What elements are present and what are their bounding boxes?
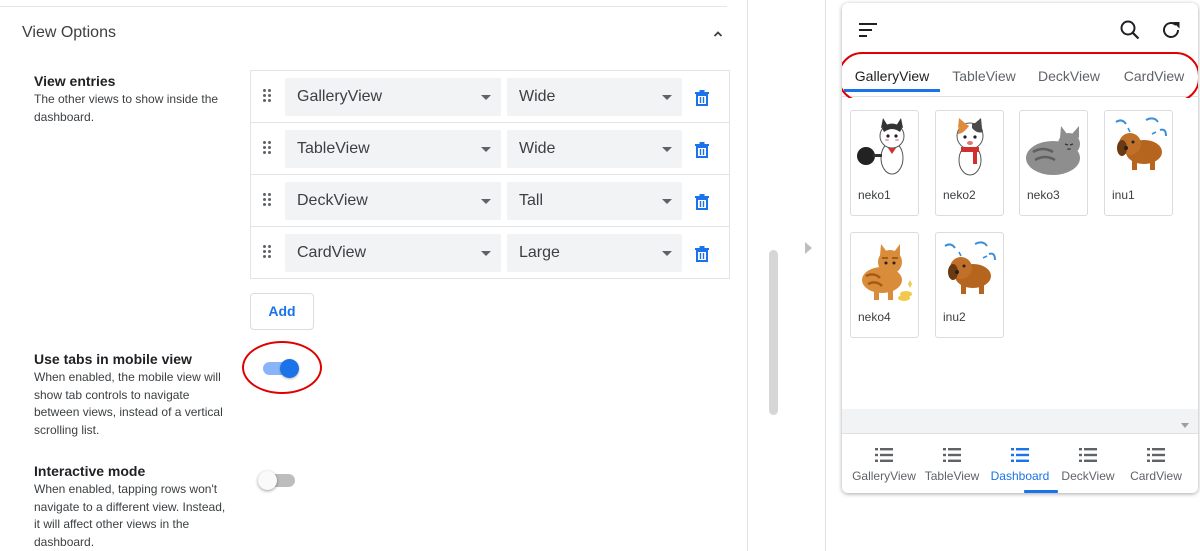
view-entry-row: GalleryView Wide: [250, 70, 730, 123]
gallery-caption: inu1: [1112, 188, 1135, 202]
gallery-caption: neko2: [943, 188, 976, 202]
nav-item-cardview[interactable]: CardView: [1122, 434, 1190, 493]
preview-background: [842, 409, 1198, 433]
nav-item-galleryview[interactable]: GalleryView: [850, 434, 918, 493]
nav-label: DeckView: [1061, 469, 1115, 483]
dropdown-caret-icon: [481, 199, 491, 204]
bottom-navigation: GalleryView TableView Dashboard DeckView…: [842, 433, 1198, 493]
interactive-mode-label: Interactive mode: [34, 463, 146, 479]
view-entry-row: TableView Wide: [250, 122, 730, 175]
dropdown-caret-icon: [481, 147, 491, 152]
view-entries-list: GalleryView Wide TableView Wide DeckView…: [250, 70, 730, 279]
highlight-circle: [242, 341, 322, 394]
list-icon: [875, 448, 893, 462]
gallery-card[interactable]: neko2: [935, 110, 1004, 216]
gallery-view: neko1 neko2 neko3 inu1 neko4 inu2: [842, 98, 1198, 409]
cat-with-frying-pan-image: [857, 118, 905, 175]
dropdown-caret-icon: [481, 251, 491, 256]
list-icon: [1079, 448, 1097, 462]
delete-icon[interactable]: [695, 90, 709, 106]
nav-item-dashboard[interactable]: Dashboard: [986, 434, 1054, 493]
gallery-card[interactable]: inu2: [935, 232, 1004, 338]
view-options-header[interactable]: View Options: [22, 24, 116, 42]
gallery-caption: neko4: [858, 310, 891, 324]
dropdown-caret-icon: [481, 95, 491, 100]
nav-label: TableView: [924, 469, 980, 483]
brown-dog-shaking-image: [1115, 117, 1167, 170]
delete-icon[interactable]: [695, 246, 709, 262]
view-entry-row: DeckView Tall: [250, 174, 730, 227]
gallery-card[interactable]: inu1: [1104, 110, 1173, 216]
list-icon: [1147, 448, 1165, 462]
delete-icon[interactable]: [695, 194, 709, 210]
drag-handle-icon[interactable]: [263, 193, 273, 209]
drag-handle-icon[interactable]: [263, 89, 273, 105]
mobile-tabs-description: When enabled, the mobile view will show …: [34, 370, 223, 437]
settings-card: View Options View entries The other view…: [0, 0, 748, 551]
menu-icon[interactable]: [859, 23, 877, 37]
nav-item-deckview[interactable]: DeckView: [1054, 434, 1122, 493]
view-entry-row: CardView Large: [250, 226, 730, 279]
gallery-card[interactable]: neko1: [850, 110, 919, 216]
brown-dog-shaking-image: [944, 241, 996, 294]
drag-handle-icon[interactable]: [263, 245, 273, 261]
size-select[interactable]: Wide: [507, 78, 682, 116]
view-entries-label: View entries: [34, 73, 116, 89]
list-icon: [1011, 448, 1029, 462]
gallery-card[interactable]: neko4: [850, 232, 919, 338]
drag-handle-icon[interactable]: [263, 141, 273, 157]
size-select[interactable]: Tall: [507, 182, 682, 220]
add-view-button[interactable]: Add: [250, 293, 314, 330]
view-select[interactable]: CardView: [285, 234, 501, 272]
size-select[interactable]: Large: [507, 234, 682, 272]
gallery-caption: neko3: [1027, 188, 1060, 202]
refresh-icon[interactable]: [1160, 19, 1182, 41]
active-nav-indicator: [1024, 490, 1058, 493]
dropdown-caret-icon: [662, 251, 672, 256]
highlight-circle: [842, 52, 1198, 102]
scrollbar[interactable]: [769, 250, 778, 415]
delete-icon[interactable]: [695, 142, 709, 158]
nav-item-tableview[interactable]: TableView: [918, 434, 986, 493]
nav-label: CardView: [1130, 469, 1182, 483]
dropdown-caret-icon: [662, 95, 672, 100]
interactive-mode-toggle[interactable]: [258, 470, 298, 490]
calico-cat-with-scarf-image: [956, 118, 984, 176]
view-select[interactable]: GalleryView: [285, 78, 501, 116]
orange-cat-with-coins-image: [862, 244, 912, 301]
view-select[interactable]: DeckView: [285, 182, 501, 220]
panel-divider: [825, 0, 826, 551]
nav-label: GalleryView: [852, 469, 916, 483]
card-divider: [0, 6, 727, 7]
list-icon: [943, 448, 961, 462]
mobile-tabs-label: Use tabs in mobile view: [34, 351, 192, 367]
gallery-caption: neko1: [858, 188, 891, 202]
gallery-card[interactable]: neko3: [1019, 110, 1088, 216]
scroll-down-icon[interactable]: [1181, 423, 1189, 428]
dropdown-caret-icon: [662, 199, 672, 204]
dropdown-caret-icon: [662, 147, 672, 152]
view-entries-description: The other views to show inside the dashb…: [34, 92, 219, 124]
gray-tabby-cat-lying-image: [1026, 126, 1080, 175]
gallery-caption: inu2: [943, 310, 966, 324]
expand-arrow-icon[interactable]: [805, 242, 812, 254]
chevron-up-icon[interactable]: [713, 29, 723, 39]
search-icon[interactable]: [1119, 19, 1141, 41]
size-select[interactable]: Wide: [507, 130, 682, 168]
interactive-mode-description: When enabled, tapping rows won't navigat…: [34, 482, 226, 549]
mobile-preview: GalleryView TableView DeckView CardView …: [842, 3, 1198, 493]
nav-label: Dashboard: [990, 469, 1050, 483]
view-select[interactable]: TableView: [285, 130, 501, 168]
